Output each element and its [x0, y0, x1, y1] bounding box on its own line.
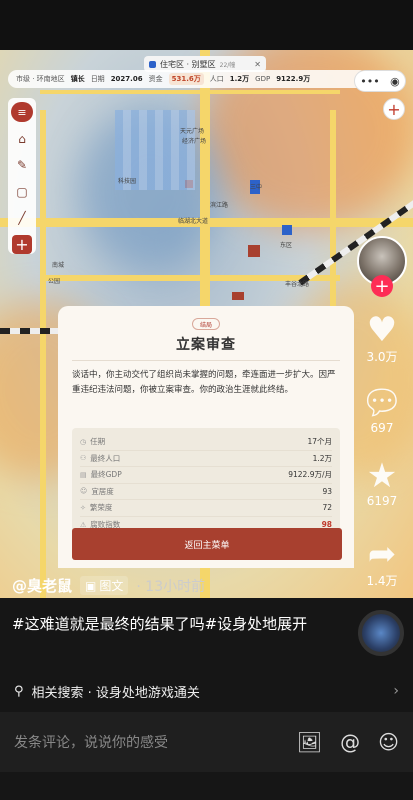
related-search[interactable]: ⚲ 相关搜索 · 设身处地游戏通关 ›: [0, 676, 413, 706]
zone-color-icon: [149, 60, 156, 68]
stat-value: 9122.9万/月: [288, 470, 332, 480]
map-label: 东区: [280, 242, 293, 249]
final-stats: ◷ 任期 17个月 ⚇ 最终人口 1.2万 ▤ 最终GDP 9122.9万/月 ☺ 宜居度 93…: [72, 428, 340, 540]
pop-label: 人口: [209, 75, 224, 83]
stat-value: 93: [322, 486, 332, 496]
gdp-value: 9122.9万: [276, 75, 311, 83]
comment-input[interactable]: 发条评论，说说你的感受: [14, 732, 279, 752]
pen-icon[interactable]: ✎: [12, 156, 32, 174]
rank-text: 镇长: [70, 75, 85, 83]
map-label: 科技园: [118, 178, 137, 185]
stat-label: 繁荣度: [89, 503, 113, 513]
status-top-area: [0, 0, 413, 50]
close-circle-icon[interactable]: ◉: [390, 75, 400, 88]
map-label: 滨江路: [210, 202, 229, 209]
post-time-text: 13小时前: [145, 578, 206, 595]
stat-label: 任期: [90, 437, 106, 447]
miniapp-capsule[interactable]: ••• ◉: [354, 70, 406, 92]
heart-icon: ♥: [366, 310, 398, 350]
date-value: 2027.06: [110, 75, 143, 83]
stat-label: 宜居度: [91, 486, 114, 496]
author-row: @臭老鼠 ▣ 图文 · 13小时前: [12, 575, 205, 596]
clock-icon: ◷: [80, 437, 87, 446]
square-icon[interactable]: ▢: [12, 183, 32, 201]
mention-icon[interactable]: @: [340, 730, 360, 754]
music-disc[interactable]: [358, 610, 404, 656]
gdp-label: GDP: [255, 75, 271, 83]
stat-label: 最终GDP: [90, 470, 122, 480]
comment-icon: 💬︎: [360, 383, 404, 423]
chart-icon: ▤: [80, 470, 87, 479]
stat-row: ⚇ 最终人口 1.2万: [80, 451, 332, 467]
stat-value: 17个月: [307, 437, 332, 447]
share-button[interactable]: ➦ 1.4万: [360, 534, 404, 589]
road: [40, 110, 46, 598]
ending-description: 谈话中，你主动交代了组织尚未掌握的问题，牵连面进一步扩大。因严重违纪违法问题，你…: [72, 370, 336, 395]
comment-button[interactable]: 💬︎ 697: [360, 383, 404, 435]
ending-badge: 结局: [192, 318, 220, 330]
post-type-label: 图文: [99, 579, 124, 593]
follow-button[interactable]: +: [371, 275, 393, 297]
search-icon: ⚲: [14, 683, 24, 699]
related-search-text: 相关搜索 · 设身处地游戏通关: [31, 685, 200, 701]
map-label: 南城: [52, 262, 65, 269]
close-icon[interactable]: ✕: [254, 60, 261, 69]
stat-label: 最终人口: [90, 453, 121, 463]
building[interactable]: [282, 225, 292, 235]
stat-row: ✧ 繁荣度 72: [80, 500, 332, 517]
building[interactable]: [232, 292, 244, 300]
share-icon: ➦: [367, 534, 397, 574]
line-icon[interactable]: ╱: [12, 209, 32, 227]
map-label: 丰谷北路: [285, 281, 310, 288]
add-icon[interactable]: +: [12, 235, 32, 254]
ending-title: 立案审查: [176, 337, 236, 353]
post-caption[interactable]: #这难道就是最终的结果了吗#设身处地展开: [12, 612, 342, 636]
road: [40, 90, 340, 94]
stat-value: 1.2万: [312, 453, 332, 463]
date-label: 日期: [90, 75, 105, 83]
stat-value: 72: [322, 503, 332, 513]
comment-bar: 发条评论，说说你的感受 🖼︎ @ ☺: [0, 712, 413, 772]
location-text: 市级 · 环南地区: [16, 75, 65, 83]
map-label: 经济广场: [182, 138, 207, 145]
image-icon: ▣: [85, 578, 97, 593]
sparkle-icon: ✧: [80, 503, 86, 512]
favorite-count: 6197: [366, 494, 398, 508]
building[interactable]: [248, 245, 260, 257]
post-time: · 13小时前: [136, 578, 206, 595]
emoji-icon[interactable]: ☺: [378, 730, 399, 754]
stat-row: ☺ 宜居度 93: [80, 484, 332, 500]
zone-tab-count: 22/幢: [219, 61, 236, 69]
map-label: 公园: [48, 278, 61, 285]
more-icon[interactable]: •••: [360, 75, 379, 88]
map-label: 三中: [250, 184, 263, 191]
money-label: 资金: [148, 75, 163, 83]
like-button[interactable]: ♥ 3.0万: [360, 310, 404, 365]
chevron-right-icon: ›: [393, 683, 399, 699]
home-icon[interactable]: ⌂: [12, 130, 32, 148]
map-toolbar: ≡ ⌂ ✎ ▢ ╱ +: [8, 98, 36, 254]
image-picker-icon[interactable]: 🖼︎: [297, 730, 322, 754]
star-icon: ★: [366, 456, 398, 496]
divider: [72, 360, 340, 361]
zoom-in-button[interactable]: +: [383, 98, 405, 120]
share-count: 1.4万: [366, 574, 398, 588]
map-label: 天元广场: [180, 128, 205, 135]
map-label: 临湖北大道: [178, 218, 209, 225]
pop-value: 1.2万: [229, 75, 250, 83]
stat-row: ▤ 最终GDP 9122.9万/月: [80, 467, 332, 484]
stat-row: ◷ 任期 17个月: [80, 434, 332, 451]
post-type-tag: ▣ 图文: [80, 576, 129, 595]
menu-icon[interactable]: ≡: [11, 102, 33, 123]
people-icon: ⚇: [80, 454, 87, 463]
smile-icon: ☺: [80, 487, 88, 496]
like-count: 3.0万: [366, 350, 398, 364]
money-value: 531.6万: [168, 73, 204, 85]
city-status-bar: 市级 · 环南地区 镇长 日期 2027.06 资金 531.6万 人口 1.2…: [8, 70, 368, 88]
favorite-button[interactable]: ★ 6197: [360, 456, 404, 508]
comment-count: 697: [370, 421, 394, 435]
author-name[interactable]: @臭老鼠: [12, 575, 72, 596]
zone-tab-label: 住宅区 · 别墅区: [160, 59, 216, 69]
return-main-menu-button[interactable]: 返回主菜单: [72, 528, 342, 560]
